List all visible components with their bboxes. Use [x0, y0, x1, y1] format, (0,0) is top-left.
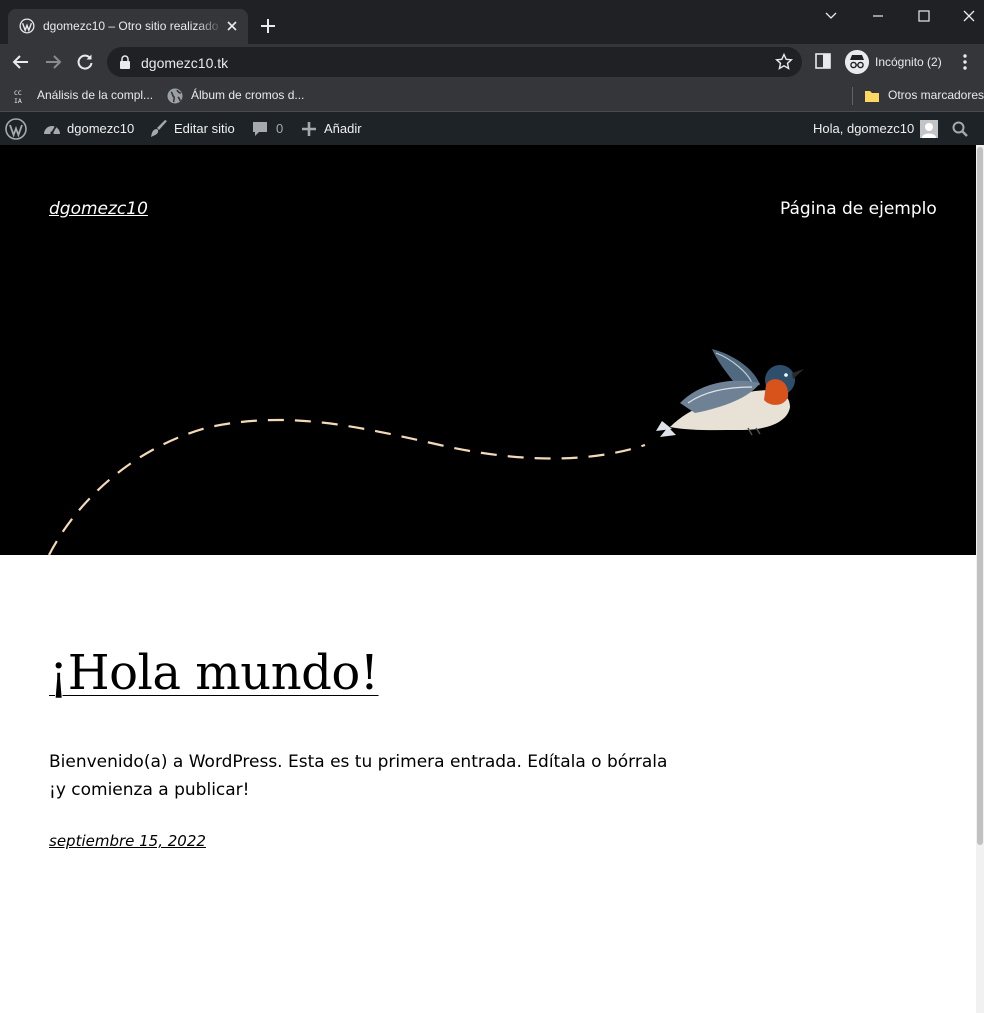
dashboard-gauge-icon: [44, 125, 60, 135]
close-window-button[interactable]: [947, 0, 984, 32]
side-panel-icon[interactable]: [815, 53, 831, 69]
chevron-down-icon: [825, 12, 837, 19]
search-icon[interactable]: [952, 121, 968, 137]
edit-site-label: Editar sitio: [174, 121, 235, 136]
other-bookmarks-label: Otros marcadores: [888, 88, 984, 102]
plus-icon: [302, 122, 316, 136]
flight-path-dashes: [48, 418, 646, 555]
browser-tab[interactable]: dgomezc10 – Otro sitio realizado con Wor…: [8, 9, 248, 44]
incognito-icon: [845, 50, 869, 74]
globe-icon: [167, 88, 183, 104]
maximize-icon: [918, 10, 930, 22]
greeting-label: Hola, dgomezc10: [813, 121, 915, 136]
wp-admin-bar: dgomezc10 Editar sitio 0 Añadir Hola, dg…: [0, 112, 984, 145]
bird-flight-illustration: [48, 349, 804, 555]
other-bookmarks-folder[interactable]: Otros marcadores: [864, 86, 984, 106]
bookmark-label: Álbum de cromos d...: [191, 88, 305, 102]
tab-title: dgomezc10 – Otro sitio realizado con Wor…: [43, 19, 223, 33]
close-tab-icon[interactable]: [224, 18, 240, 34]
admin-bar-comments[interactable]: 0: [252, 112, 286, 145]
more-menu-icon[interactable]: [963, 53, 967, 71]
site-name-label: dgomezc10: [67, 121, 135, 136]
address-bar[interactable]: dgomezc10.tk: [107, 47, 802, 77]
forward-arrow-icon[interactable]: [43, 52, 63, 72]
new-tab-icon[interactable]: [259, 17, 277, 35]
page-viewport: dgomezc10 Página de ejemplo ¡Hola mundo!…: [0, 145, 984, 1013]
maximize-button[interactable]: [901, 0, 947, 32]
site-header-hero: dgomezc10 Página de ejemplo: [0, 145, 976, 555]
wordpress-logo-icon: [5, 118, 27, 140]
scrollbar-thumb[interactable]: [977, 147, 983, 845]
user-silhouette-icon: [922, 123, 936, 138]
avatar[interactable]: [920, 120, 938, 138]
admin-bar-edit-site[interactable]: Editar sitio: [150, 112, 240, 145]
url-text: dgomezc10.tk: [141, 55, 229, 71]
bookmark-item[interactable]: Álbum de cromos d...: [167, 86, 317, 106]
add-new-label: Añadir: [324, 121, 362, 136]
tab-search-button[interactable]: [808, 0, 854, 32]
comment-bubble-icon: [253, 122, 267, 136]
admin-bar-add-new[interactable]: Añadir: [301, 112, 371, 145]
incognito-profile-button[interactable]: Incógnito (2): [843, 48, 953, 76]
brush-icon: [151, 120, 167, 137]
svg-text:CC: CC: [14, 89, 22, 97]
page-scrollbar[interactable]: [976, 145, 984, 1013]
comments-count: 0: [276, 121, 284, 136]
svg-text:IA: IA: [14, 97, 22, 104]
bird-icon: [656, 349, 804, 437]
post-date-link[interactable]: septiembre 15, 2022: [49, 832, 206, 850]
minimize-icon: [873, 15, 883, 17]
bookmark-site-icon: CC IA: [13, 88, 29, 104]
bookmark-item[interactable]: CC IA Análisis de la compl...: [13, 86, 163, 106]
admin-bar-site-name[interactable]: dgomezc10: [43, 112, 138, 145]
bookmarks-divider: [852, 87, 853, 105]
wordpress-icon: [19, 18, 35, 34]
bookmark-label: Análisis de la compl...: [37, 88, 154, 102]
bookmarks-bar: CC IA Análisis de la compl... Álbum de c…: [0, 81, 984, 112]
close-icon: [963, 10, 975, 22]
wp-logo-menu[interactable]: [5, 112, 29, 145]
browser-toolbar: dgomezc10.tk Incógnito (2): [0, 44, 984, 81]
reload-icon[interactable]: [75, 52, 95, 72]
lock-icon: [120, 55, 130, 69]
folder-icon: [865, 91, 879, 102]
post-title-link[interactable]: ¡Hola mundo!: [49, 645, 379, 701]
profile-label: Incógnito (2): [875, 55, 942, 69]
post-excerpt: Bienvenido(a) a WordPress. Esta es tu pr…: [49, 752, 668, 800]
browser-tab-strip: dgomezc10 – Otro sitio realizado con Wor…: [0, 0, 984, 44]
back-arrow-icon[interactable]: [11, 52, 31, 72]
bookmark-star-icon[interactable]: [775, 53, 793, 71]
minimize-button[interactable]: [855, 0, 901, 32]
